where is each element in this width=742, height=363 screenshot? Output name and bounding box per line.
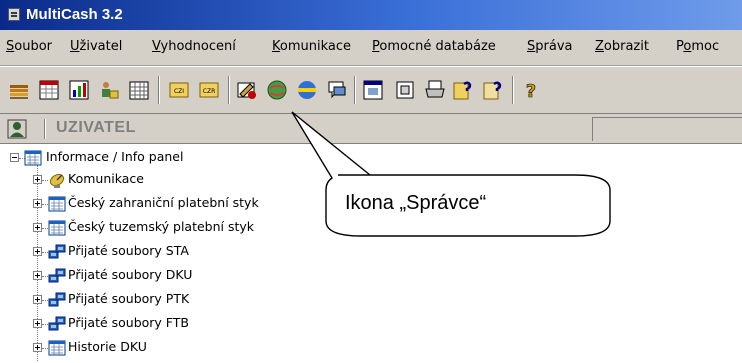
bar-chart-icon[interactable] [68, 79, 90, 101]
tree-item-cesky-tuzemsky[interactable]: Český tuzemský platební styk [0, 217, 400, 239]
tree-item-label: Přijaté soubory DKU [68, 267, 193, 282]
grid-panel-icon [48, 196, 66, 212]
app-icon [8, 8, 20, 21]
callout-text: Ikona „Správce“ [345, 192, 487, 214]
menu-soubor[interactable]: Soubor [6, 39, 52, 54]
tree-item-label: Historie DKU [68, 339, 147, 354]
context-help-icon[interactable] [482, 79, 504, 101]
user-bar-separator [44, 119, 46, 139]
frame-icon[interactable] [394, 79, 416, 101]
tree-item-label: Přijaté soubory PTK [68, 291, 190, 306]
globe-icon[interactable] [266, 79, 288, 101]
expand-toggle[interactable] [33, 343, 42, 352]
czr-label: CZR [203, 88, 215, 95]
tree-item-label: Přijaté soubory FTB [68, 315, 189, 330]
help-book-icon[interactable] [452, 79, 474, 101]
tree-item-prijate-dku[interactable]: Přijaté soubory DKU [0, 265, 400, 287]
tree-item-label: Komunikace [68, 171, 144, 186]
tree-item-prijate-ptk[interactable]: Přijaté soubory PTK [0, 289, 400, 311]
expand-toggle[interactable] [33, 271, 42, 280]
tree-item-label: Český zahraniční platební styk [68, 195, 259, 210]
spreadsheet-icon[interactable] [38, 79, 60, 101]
expand-toggle[interactable] [33, 223, 42, 232]
expand-toggle[interactable] [33, 319, 42, 328]
network-computers-icon [48, 268, 66, 283]
printer-icon[interactable] [424, 79, 446, 101]
toolbar-separator [354, 76, 356, 104]
tree-item-prijate-ftb[interactable]: Přijaté soubory FTB [0, 313, 400, 335]
toolbar-separator [228, 76, 230, 104]
collapse-toggle[interactable] [10, 153, 19, 162]
network-computers-icon [48, 316, 66, 331]
network-computers-icon [48, 244, 66, 259]
toolbar-separator [512, 76, 514, 104]
expand-toggle[interactable] [33, 175, 42, 184]
application-window: MultiCash 3.2 Soubor Uživatel Vyhodnocen… [0, 0, 742, 363]
tree-item-prijate-sta[interactable]: Přijaté soubory STA [0, 241, 400, 263]
toolbar-separator [158, 76, 160, 104]
info-panel-icon [24, 150, 42, 166]
satellite-dish-icon [49, 173, 65, 188]
chat-icon[interactable] [326, 79, 348, 101]
czi-icon[interactable]: CZI [168, 79, 190, 101]
tree-item-label: Český tuzemský platební styk [68, 219, 255, 234]
calendar-grid-icon[interactable] [128, 79, 150, 101]
window-title: MultiCash 3.2 [26, 6, 123, 23]
grid-panel-icon [48, 340, 66, 356]
question-mark-icon[interactable]: ? [520, 79, 542, 101]
expand-toggle[interactable] [33, 199, 42, 208]
help-glyph: ? [526, 81, 536, 101]
menu-sprava[interactable]: Správa [527, 39, 573, 54]
ball-icon[interactable] [296, 79, 318, 101]
tree-item-cesky-zahranicni[interactable]: Český zahraniční platební styk [0, 193, 400, 215]
czi-label: CZI [174, 88, 184, 95]
menu-komunikace[interactable]: Komunikace [272, 39, 351, 54]
user-icon[interactable] [6, 118, 28, 140]
administrator-icon[interactable] [236, 79, 258, 101]
menu-zobrazit[interactable]: Zobrazit [595, 39, 649, 54]
title-bar[interactable]: MultiCash 3.2 [0, 0, 742, 30]
menu-vyhodnoceni[interactable]: Vyhodnocení [152, 39, 236, 54]
menu-bar: Soubor Uživatel Vyhodnocení Komunikace P… [0, 30, 742, 66]
tree-root[interactable]: Informace / Info panel [0, 147, 400, 169]
menu-uzivatel[interactable]: Uživatel [70, 39, 122, 54]
users-money-icon[interactable] [98, 79, 120, 101]
tree-item-historie-dku[interactable]: Historie DKU [0, 337, 400, 359]
tree-view: Informace / Info panel Komunikace Český … [0, 145, 742, 363]
tree-item-label: Přijaté soubory STA [68, 243, 189, 258]
expand-toggle[interactable] [33, 247, 42, 256]
network-computers-icon [48, 292, 66, 307]
user-label: UZIVATEL [56, 119, 136, 136]
grid-panel-icon [48, 220, 66, 236]
menu-pomoc[interactable]: Pomoc [676, 39, 719, 54]
tree-item-komunikace[interactable]: Komunikace [0, 169, 400, 191]
window-icon[interactable] [362, 79, 384, 101]
user-bar-panel [592, 117, 742, 141]
tree-root-label: Informace / Info panel [46, 149, 184, 164]
expand-toggle[interactable] [33, 295, 42, 304]
user-bar: UZIVATEL [0, 114, 742, 144]
menu-pomocne-databaze[interactable]: Pomocné databáze [372, 39, 496, 54]
czr-icon[interactable]: CZR [198, 79, 220, 101]
toolbar: CZI CZR ? [0, 66, 742, 114]
books-icon[interactable] [8, 79, 30, 101]
